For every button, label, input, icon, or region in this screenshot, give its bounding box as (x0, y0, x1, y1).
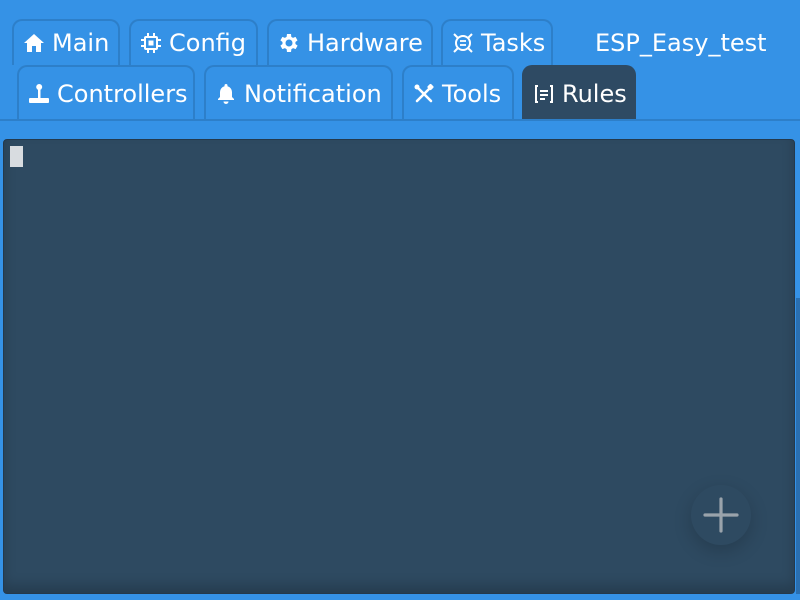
rules-icon (532, 82, 556, 106)
joystick-icon (27, 82, 51, 106)
tab-tasks-label: Tasks (481, 29, 546, 57)
tab-controllers[interactable]: Controllers (17, 65, 195, 120)
text-cursor (10, 146, 23, 167)
tab-config[interactable]: Config (129, 19, 258, 65)
tab-tools-label: Tools (442, 79, 502, 108)
tab-notification-label: Notification (244, 79, 382, 108)
chip-icon (139, 31, 163, 55)
app: Main Config Hardware Tasks ESP_Easy_test… (0, 0, 800, 600)
bottom-edge (0, 594, 800, 600)
tab-tools[interactable]: Tools (402, 65, 514, 120)
tab-main-label: Main (52, 29, 110, 57)
tasks-icon (451, 31, 475, 55)
tools-icon (412, 82, 436, 106)
add-button[interactable] (691, 485, 751, 545)
tab-main[interactable]: Main (12, 19, 120, 65)
tab-hardware[interactable]: Hardware (267, 19, 433, 65)
tab-hardware-label: Hardware (307, 29, 423, 57)
gear-icon (277, 31, 301, 55)
plus-icon (703, 497, 739, 533)
tab-rules-label: Rules (562, 80, 627, 108)
rules-editor[interactable] (3, 139, 795, 594)
scrollbar[interactable] (796, 298, 800, 598)
tab-rules[interactable]: Rules (522, 65, 636, 121)
tab-controllers-label: Controllers (57, 79, 188, 108)
tab-config-label: Config (169, 29, 247, 57)
tab-tasks[interactable]: Tasks (441, 19, 553, 65)
bell-icon (214, 82, 238, 106)
tab-notification[interactable]: Notification (204, 65, 393, 120)
tab-divider (0, 119, 800, 121)
device-name: ESP_Easy_test (595, 29, 767, 57)
home-icon (22, 31, 46, 55)
